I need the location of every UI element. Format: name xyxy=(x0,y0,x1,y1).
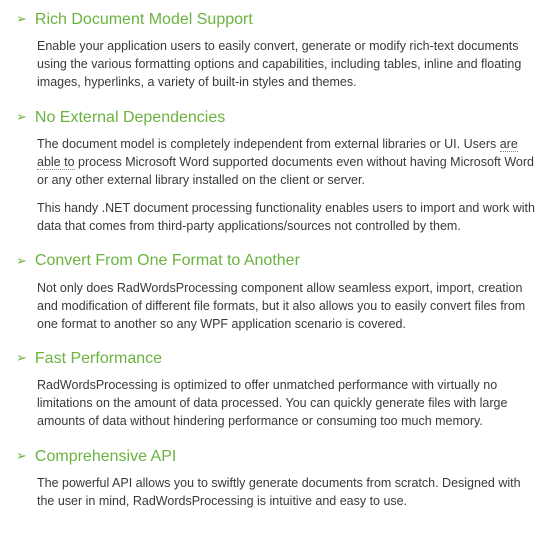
feature-section: ➢ Fast Performance RadWordsProcessing is o… xyxy=(16,347,540,431)
section-heading: Comprehensive API xyxy=(35,445,176,468)
feature-list: ➢ Rich Document Model Support Enable your … xyxy=(16,8,540,510)
section-header: ➢ No External Dependencies xyxy=(16,106,540,129)
feature-section: ➢ No External Dependencies The document mo… xyxy=(16,106,540,236)
chevron-right-icon: ➢ xyxy=(16,252,27,271)
section-paragraph: Not only does RadWordsProcessing compone… xyxy=(37,279,540,333)
section-paragraph: The powerful API allows you to swiftly g… xyxy=(37,474,540,510)
feature-section: ➢ Rich Document Model Support Enable your … xyxy=(16,8,540,92)
section-heading: Rich Document Model Support xyxy=(35,8,253,31)
section-header: ➢ Rich Document Model Support xyxy=(16,8,540,31)
chevron-right-icon: ➢ xyxy=(16,349,27,368)
section-header: ➢ Fast Performance xyxy=(16,347,540,370)
section-heading: Fast Performance xyxy=(35,347,162,370)
section-header: ➢ Convert From One Format to Another xyxy=(16,249,540,272)
section-paragraph: RadWordsProcessing is optimized to offer… xyxy=(37,376,540,430)
section-heading: No External Dependencies xyxy=(35,106,225,129)
annotated-phrase: are able to xyxy=(37,137,518,170)
chevron-right-icon: ➢ xyxy=(16,10,27,29)
section-paragraph: Enable your application users to easily … xyxy=(37,37,540,91)
feature-section: ➢ Convert From One Format to Another Not o… xyxy=(16,249,540,333)
feature-section: ➢ Comprehensive API The powerful API allow… xyxy=(16,445,540,510)
section-paragraph: This handy .NET document processing func… xyxy=(37,199,540,235)
chevron-right-icon: ➢ xyxy=(16,447,27,466)
section-paragraph: The document model is completely indepen… xyxy=(37,135,540,189)
section-header: ➢ Comprehensive API xyxy=(16,445,540,468)
chevron-right-icon: ➢ xyxy=(16,108,27,127)
section-heading: Convert From One Format to Another xyxy=(35,249,300,272)
